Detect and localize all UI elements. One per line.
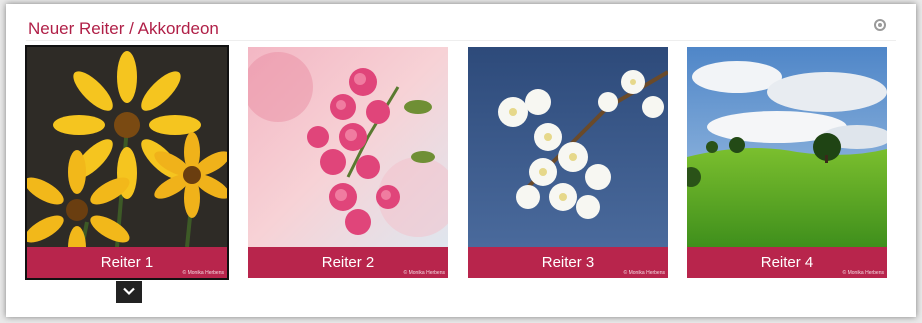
tab-3-label-bar[interactable]: Reiter 3 © Monika Herbens — [468, 247, 668, 278]
accordion-panel: Neuer Reiter / Akkordeon Reiter 1 © Moni… — [6, 4, 916, 317]
tab-1-label-bar[interactable]: Reiter 1 © Monika Herbens — [27, 247, 227, 278]
tab-1-image — [27, 47, 227, 247]
tab-reiter-4[interactable]: Reiter 4 © Monika Herbens — [687, 47, 887, 278]
tab-1-credit: © Monika Herbens — [182, 270, 224, 276]
chevron-down-icon — [123, 287, 135, 296]
tab-4-label-bar[interactable]: Reiter 4 © Monika Herbens — [687, 247, 887, 278]
tab-reiter-3[interactable]: Reiter 3 © Monika Herbens — [468, 47, 668, 278]
tab-4-credit: © Monika Herbens — [842, 270, 884, 276]
tab-reiter-2[interactable]: Reiter 2 © Monika Herbens — [248, 47, 448, 278]
tab-2-image — [248, 47, 448, 247]
expand-toggle-button[interactable] — [116, 281, 142, 303]
gear-icon[interactable] — [874, 19, 886, 31]
tab-2-credit: © Monika Herbens — [403, 270, 445, 276]
tab-4-image — [687, 47, 887, 247]
tab-reiter-1[interactable]: Reiter 1 © Monika Herbens — [27, 47, 227, 278]
tab-3-credit: © Monika Herbens — [623, 270, 665, 276]
tab-2-label-bar[interactable]: Reiter 2 © Monika Herbens — [248, 247, 448, 278]
title-divider — [26, 40, 896, 41]
section-title: Neuer Reiter / Akkordeon — [28, 19, 219, 38]
tab-3-image — [468, 47, 668, 247]
